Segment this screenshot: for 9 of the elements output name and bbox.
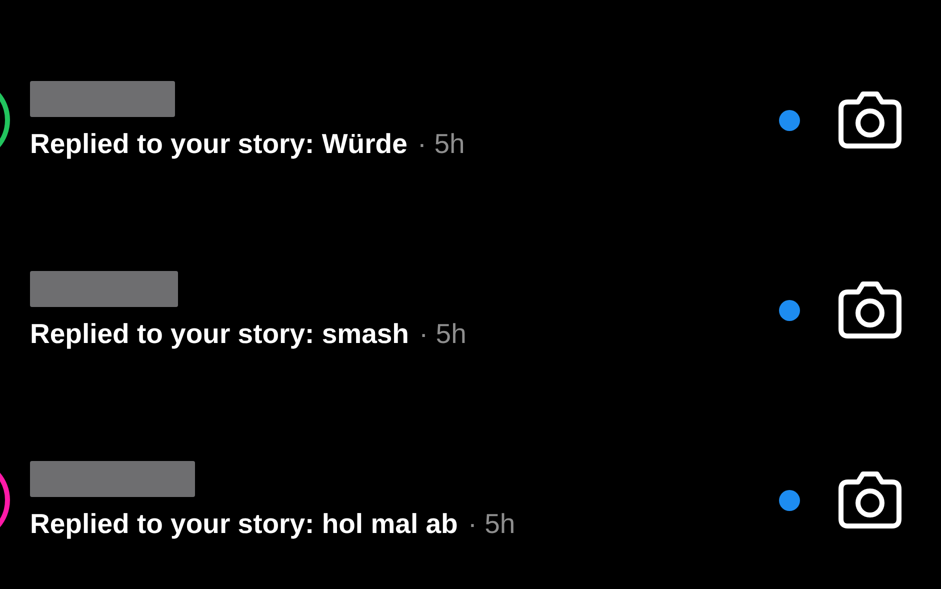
- camera-icon[interactable]: [838, 91, 902, 149]
- timestamp: · 5h: [417, 126, 465, 160]
- reply-message: Replied to your story: Würde: [30, 126, 408, 160]
- timestamp: · 5h: [468, 506, 516, 540]
- reply-message: Replied to your story: smash: [30, 316, 409, 350]
- reply-message: Replied to your story: hol mal ab: [30, 506, 458, 540]
- timestamp: · 5h: [418, 316, 466, 350]
- camera-icon[interactable]: [838, 281, 902, 339]
- camera-icon[interactable]: [838, 471, 902, 529]
